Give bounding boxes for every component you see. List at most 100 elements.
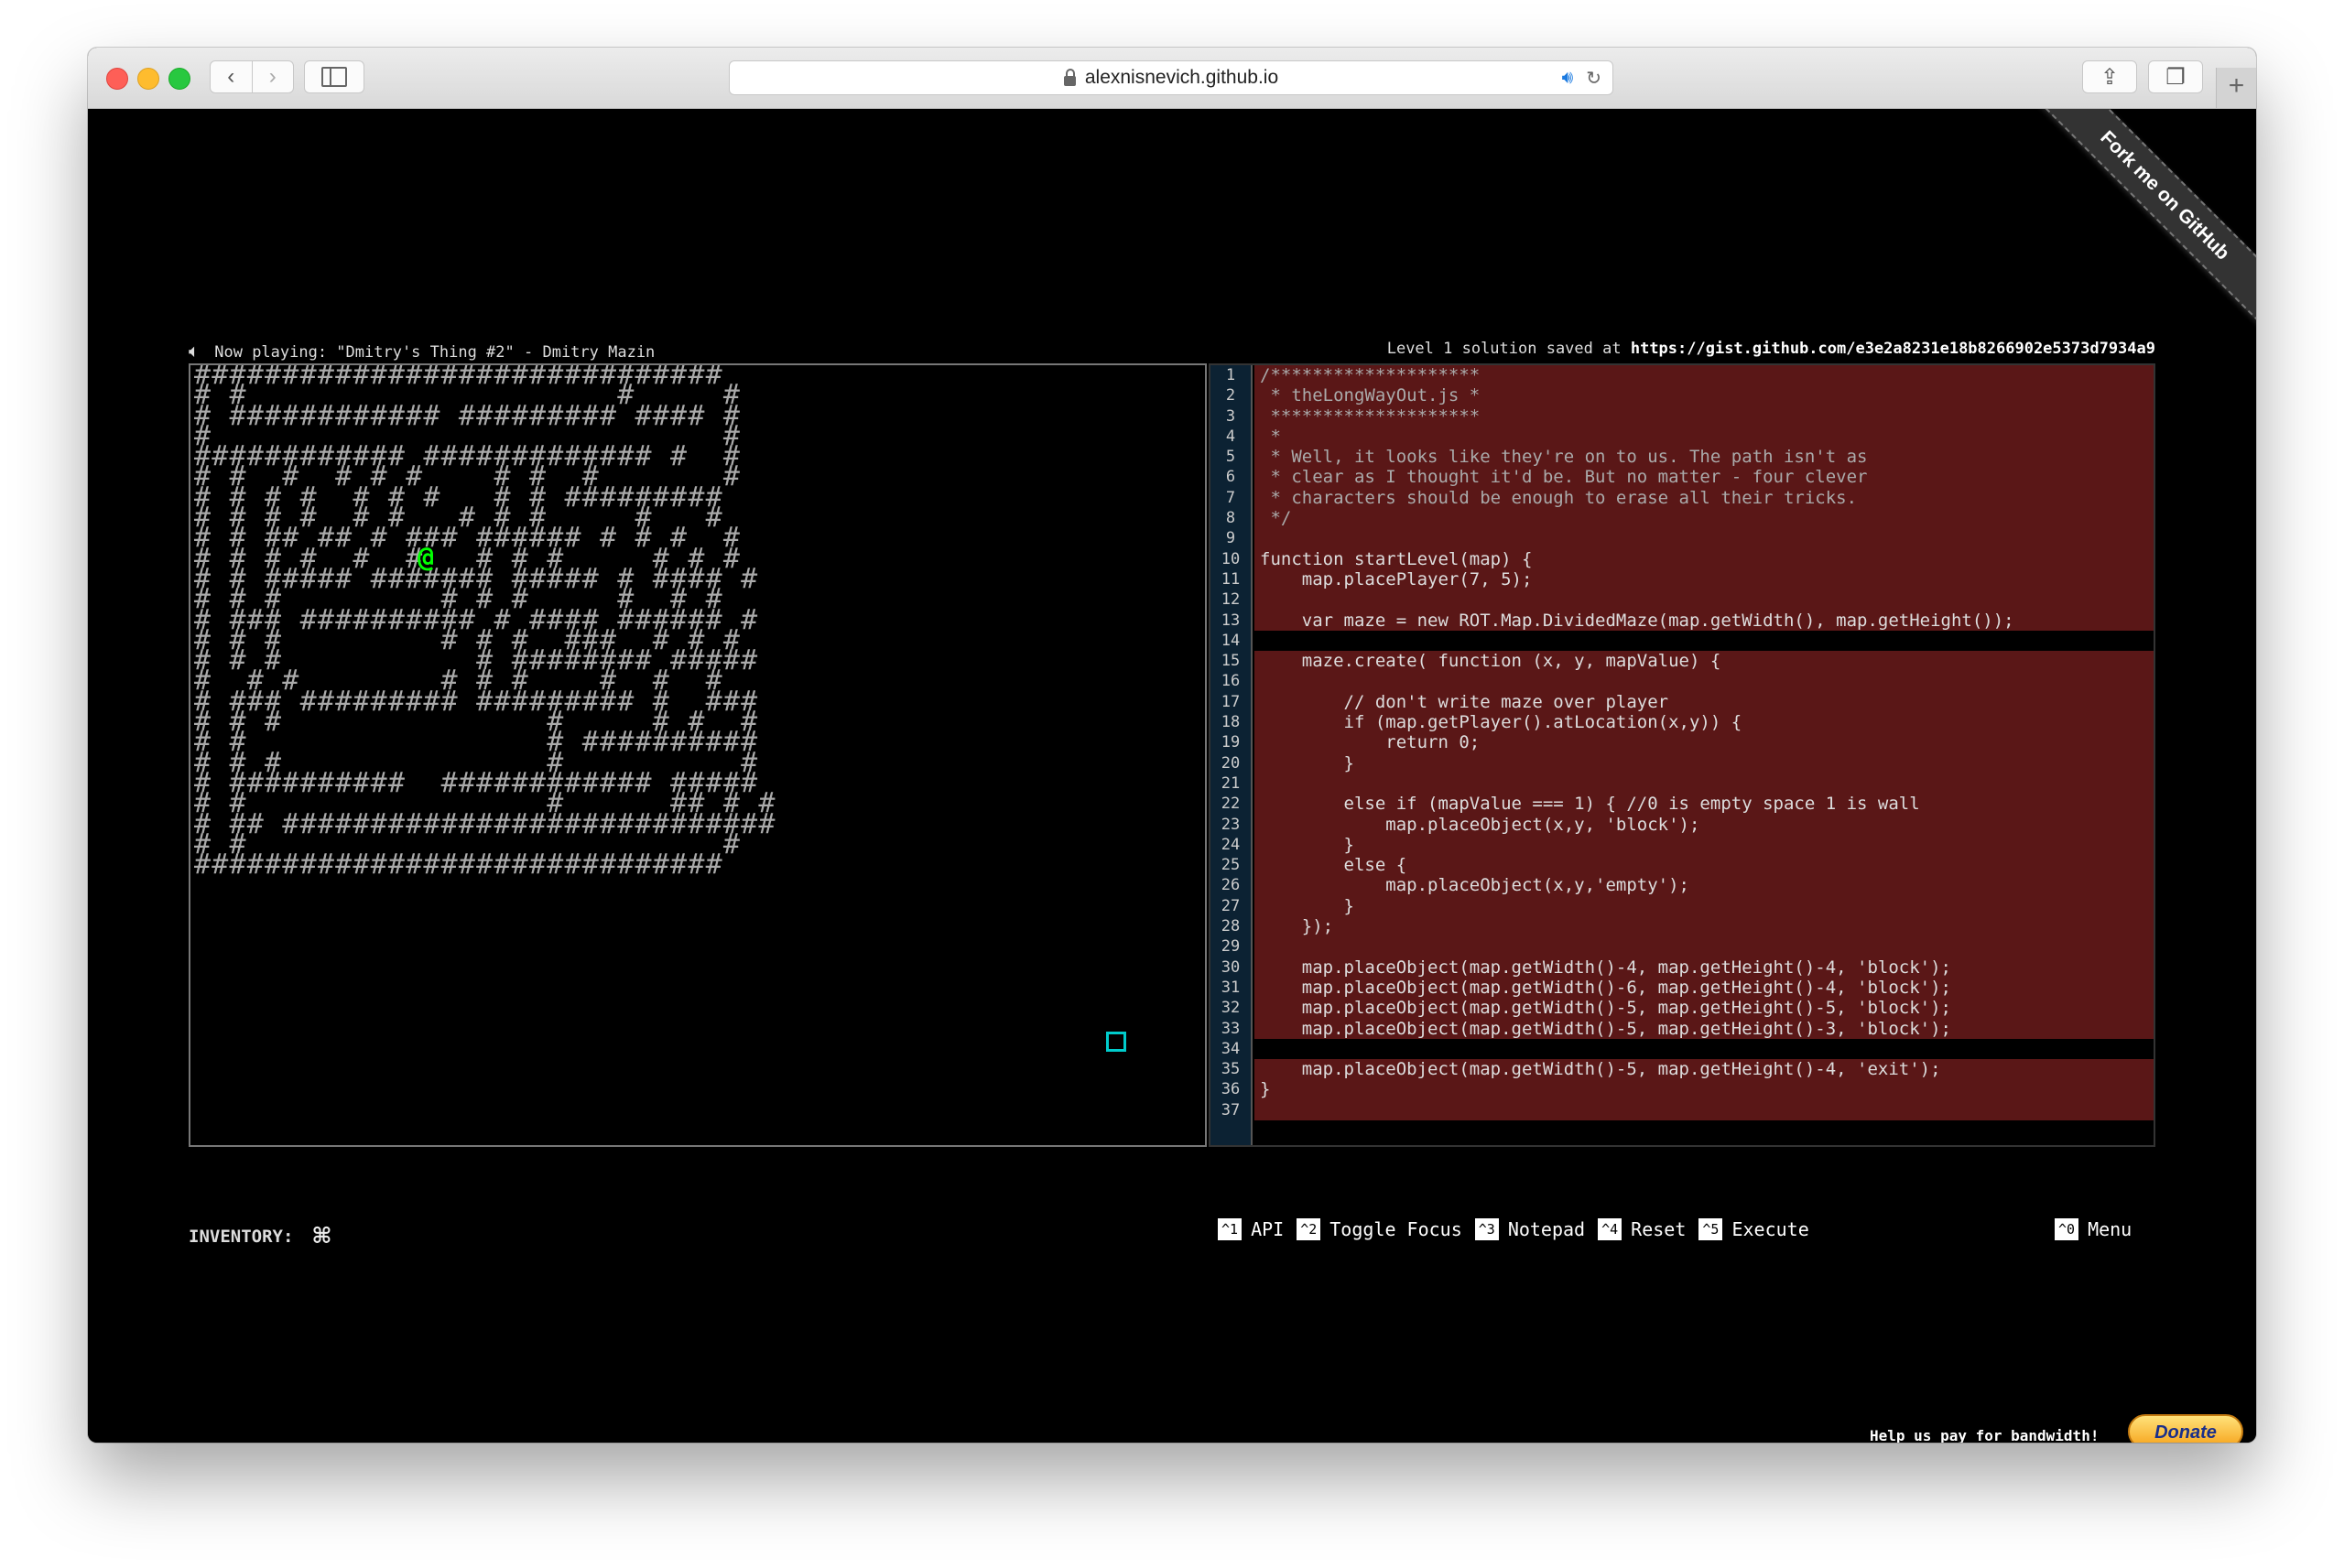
maze-walls: ############################## # # # # #… (194, 363, 776, 881)
hotkey-execute[interactable]: ^5 Execute (1698, 1218, 1809, 1240)
line-number: 3 (1225, 406, 1236, 426)
address-bar[interactable]: alexnisnevich.github.io 🔊︎ ↻ (729, 60, 1613, 95)
code-line: } (1254, 1079, 2154, 1100)
speaker-icon[interactable]: 🔈︎ (189, 340, 200, 362)
menu-label: Menu (2088, 1218, 2132, 1240)
line-number: 32 (1221, 999, 1241, 1018)
chevron-right-icon[interactable]: › (251, 61, 294, 92)
code-line: } (1254, 752, 2154, 773)
code-line: var maze = new ROT.Map.DividedMaze(map.g… (1254, 610, 2154, 631)
menu-hotkey[interactable]: ^0 Menu (2055, 1218, 2132, 1240)
line-number: 21 (1221, 773, 1241, 793)
code-line: map.placePlayer(7, 5); (1254, 568, 2154, 590)
hotkey-toggle-focus[interactable]: ^2 Toggle Focus (1297, 1218, 1462, 1240)
line-number: 17 (1221, 692, 1241, 711)
close-window-button[interactable] (106, 68, 128, 90)
exit-marker (1106, 1032, 1126, 1052)
line-number: 30 (1221, 957, 1241, 977)
code-line: map.placeObject(map.getWidth()-5, map.ge… (1254, 1018, 2154, 1039)
code-line (1254, 936, 2154, 957)
line-number: 24 (1221, 835, 1241, 854)
code-line: } (1254, 895, 2154, 917)
line-number: 27 (1221, 896, 1241, 915)
code-area[interactable]: /******************** * theLongWayOut.js… (1254, 365, 2154, 1145)
now-playing: 🔈︎ Now playing: "Dmitry's Thing #2" - Dm… (189, 340, 655, 362)
line-number: 23 (1221, 815, 1241, 834)
hotkey-badge: ^4 (1598, 1218, 1622, 1240)
maximize-window-button[interactable] (168, 68, 190, 90)
line-number: 28 (1221, 917, 1241, 936)
editable-code-line[interactable] (1254, 630, 2154, 652)
line-number: 19 (1221, 733, 1241, 752)
sidebar-toggle-button[interactable] (304, 60, 364, 93)
hotkey-label: API (1251, 1218, 1285, 1240)
code-line (1254, 773, 2154, 795)
fork-me-ribbon[interactable]: Fork me on GitHub (2012, 109, 2256, 349)
donate-button[interactable]: Donate (2128, 1414, 2243, 1443)
saved-prefix: Level 1 solution saved at (1386, 340, 1622, 358)
hotkey-label: Reset (1631, 1218, 1687, 1240)
history-navigation: ‹ › (210, 60, 294, 93)
code-line: */ (1254, 508, 2154, 529)
code-line: map.placeObject(map.getWidth()-5, map.ge… (1254, 1059, 2154, 1080)
line-number: 9 (1225, 529, 1236, 548)
code-line: map.placeObject(x,y,'empty'); (1254, 875, 2154, 896)
hotkey-label: Notepad (1507, 1218, 1586, 1240)
line-number: 2 (1225, 386, 1236, 406)
code-line: * clear as I thought it'd be. But no mat… (1254, 467, 2154, 488)
code-line: map.placeObject(map.getWidth()-6, map.ge… (1254, 977, 2154, 999)
code-line: return 0; (1254, 732, 2154, 753)
now-playing-text: Now playing: "Dmitry's Thing #2" - Dmitr… (214, 343, 656, 362)
sidebar-icon (321, 67, 347, 87)
solution-saved-status: Level 1 solution saved at https://gist.g… (1387, 340, 2155, 358)
line-number: 20 (1221, 753, 1241, 773)
code-line: else if (mapValue === 1) { //0 is empty … (1254, 794, 2154, 815)
line-number: 15 (1221, 652, 1241, 671)
line-number: 22 (1221, 795, 1241, 814)
code-line: * Well, it looks like they're on to us. … (1254, 447, 2154, 468)
editable-code-line[interactable] (1254, 1038, 2154, 1060)
line-number: 8 (1225, 509, 1236, 528)
code-editor[interactable]: 1 2 3 4 5 6 7 8 9 10 11 12 13 14 15 16 17 18 19 20 21 22 23 24 2… (1209, 363, 2155, 1147)
bandwidth-text: Help us pay for bandwidth! (1870, 1427, 2100, 1443)
code-line (1254, 671, 2154, 692)
page-content: Fork me on GitHub 🔈︎ Now playing: "Dmitr… (88, 109, 2256, 1443)
code-line: // don't write maze over player (1254, 691, 2154, 713)
hotkey-api[interactable]: ^1 API (1218, 1218, 1284, 1240)
code-line (1254, 1099, 2154, 1120)
line-number: 26 (1221, 876, 1241, 895)
code-line: function startLevel(map) { (1254, 548, 2154, 569)
line-number: 35 (1221, 1060, 1241, 1079)
line-number: 6 (1225, 468, 1236, 487)
line-number: 34 (1221, 1039, 1241, 1058)
minimize-window-button[interactable] (137, 68, 159, 90)
inventory-label: INVENTORY: (189, 1227, 294, 1247)
code-line: } (1254, 834, 2154, 856)
reload-icon[interactable]: ↻ (1586, 67, 1601, 90)
chevron-left-icon[interactable]: ‹ (211, 61, 252, 92)
new-tab-button[interactable]: + (2216, 68, 2256, 108)
hotkey-reset[interactable]: ^4 Reset (1598, 1218, 1686, 1240)
gist-link[interactable]: https://gist.github.com/e3e2a8231e18b826… (1631, 340, 2155, 358)
code-line: map.placeObject(map.getWidth()-4, map.ge… (1254, 957, 2154, 978)
code-line (1254, 528, 2154, 549)
command-key-icon: ⌘ (312, 1218, 331, 1253)
hotkey-label: Toggle Focus (1329, 1218, 1462, 1240)
line-number: 33 (1221, 1019, 1241, 1038)
line-number: 16 (1221, 672, 1241, 691)
browser-window: ‹ › alexnisnevich.github.io 🔊︎ ↻ ⇪ ❐ + F… (88, 48, 2256, 1443)
share-button[interactable]: ⇪ (2082, 60, 2137, 93)
code-line: * theLongWayOut.js * (1254, 385, 2154, 406)
hotkey-bar: ^1 API ^2 Toggle Focus ^3 Notepad ^4 Reset ^5 Exe… (1218, 1218, 1809, 1240)
tabs-overview-button[interactable]: ❐ (2148, 60, 2203, 93)
line-number: 14 (1221, 631, 1241, 650)
hotkey-notepad[interactable]: ^3 Notepad (1474, 1218, 1586, 1240)
inventory: INVENTORY: ⌘ (189, 1215, 331, 1253)
share-icon: ⇪ (2100, 64, 2120, 90)
code-line: }); (1254, 916, 2154, 937)
line-number: 31 (1221, 978, 1241, 997)
speaker-icon[interactable]: 🔊︎ (1562, 68, 1574, 89)
line-number-gutter: 1 2 3 4 5 6 7 8 9 10 11 12 13 14 15 16 17 18 19 20 21 22 23 24 2… (1210, 365, 1253, 1145)
plus-icon: + (2228, 70, 2245, 101)
line-number: 18 (1221, 713, 1241, 732)
